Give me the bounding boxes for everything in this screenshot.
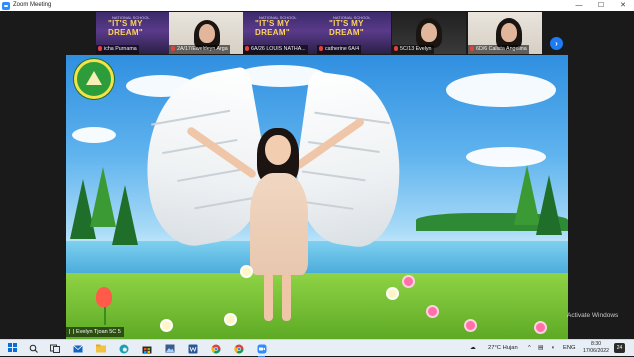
muted-mic-icon xyxy=(394,46,398,51)
participant-tile[interactable]: 6D/6 Calista Angelina xyxy=(468,12,542,54)
word-icon[interactable] xyxy=(187,343,198,354)
chrome-icon[interactable] xyxy=(233,343,244,354)
slide-title: "IT'S MY DREAM" xyxy=(329,19,364,37)
left-leg xyxy=(264,273,273,321)
flower xyxy=(428,307,437,316)
zoom-icon[interactable] xyxy=(256,343,267,357)
zoom-logo-icon xyxy=(2,1,10,10)
participant-face xyxy=(501,23,517,42)
window-title: Zoom Meeting xyxy=(13,2,52,8)
store-icon[interactable] xyxy=(141,343,152,354)
cloud xyxy=(466,147,546,167)
muted-mic-icon xyxy=(98,46,102,51)
flower xyxy=(536,323,545,332)
close-button[interactable]: ✕ xyxy=(612,0,634,11)
edge-icon[interactable] xyxy=(118,343,129,354)
muted-mic-icon xyxy=(319,46,323,51)
participant-tile[interactable]: NATIONAL SCHOOL "IT'S MY DREAM" catherin… xyxy=(317,12,391,54)
search-icon[interactable] xyxy=(28,343,39,354)
participant-face xyxy=(421,23,437,42)
notification-center-icon[interactable]: 24 xyxy=(614,343,625,353)
participant-name-label: 2A/17/Eweldeyn Arga xyxy=(169,45,230,54)
cloud xyxy=(446,73,556,107)
participant-name: catherine 6A/4 xyxy=(325,46,360,52)
window-controls: — ☐ ✕ xyxy=(568,0,634,11)
flower xyxy=(226,315,235,324)
system-clock[interactable]: 8:30 17/06/2022 xyxy=(581,341,611,355)
minimize-button[interactable]: — xyxy=(568,0,590,11)
photos-icon[interactable] xyxy=(164,343,175,354)
participant-name-label: 6A/26 LOUIS NATHA... xyxy=(243,45,308,54)
cloud xyxy=(72,127,116,143)
participant-name-label: 6D/6 Calista Angelina xyxy=(468,45,529,54)
flower xyxy=(466,321,475,330)
participant-gallery: NATIONAL SCHOOL "IT'S MY DREAM" icha Pur… xyxy=(0,11,634,55)
feather-line xyxy=(301,170,366,182)
flower xyxy=(242,267,251,276)
windows-start-icon[interactable] xyxy=(8,343,18,353)
volume-icon[interactable]: ◖ xyxy=(551,340,555,357)
participant-name: 6A/26 LOUIS NATHA... xyxy=(251,46,306,52)
participant-name-label: icha Purnama xyxy=(96,45,139,54)
slide-title: "IT'S MY DREAM" xyxy=(108,19,143,37)
file-explorer-icon[interactable] xyxy=(95,343,106,354)
task-view-icon[interactable] xyxy=(49,343,60,354)
speaker-name: Evelyn Tjoan 5C 5 xyxy=(76,329,121,335)
network-icon[interactable]: ▤ xyxy=(538,340,543,357)
muted-mic-icon xyxy=(470,46,474,51)
maximize-button[interactable]: ☐ xyxy=(590,0,612,11)
logo-emblem-icon xyxy=(86,71,102,85)
meadow xyxy=(66,273,568,339)
slide-title: "IT'S MY DREAM" xyxy=(255,19,290,37)
clock-time: 8:30 xyxy=(590,341,602,347)
girl-face xyxy=(265,135,291,165)
participant-name: 5C/13 Evelyn xyxy=(400,46,432,52)
participant-tile[interactable]: NATIONAL SCHOOL "IT'S MY DREAM" 6A/26 LO… xyxy=(243,12,317,54)
participant-name: 2A/17/Eweldeyn Arga xyxy=(177,46,228,52)
weather-icon[interactable]: ☁ xyxy=(470,340,476,357)
participant-name: icha Purnama xyxy=(104,46,137,52)
participant-name-label: 5C/13 Evelyn xyxy=(392,45,434,54)
tree xyxy=(536,175,562,235)
title-bar: Zoom Meeting — ☐ ✕ xyxy=(0,0,634,11)
girl-dress xyxy=(250,173,308,275)
participant-tile[interactable]: 5C/13 Evelyn xyxy=(392,12,466,54)
flower xyxy=(162,321,171,330)
speaker-name-label: Evelyn Tjoan 5C 5 xyxy=(66,327,124,337)
windows-taskbar: ☁ 27°C Hujan ^ ▤ ◖ ENG 8:30 17/06/2022 2… xyxy=(0,339,634,357)
participant-tile[interactable]: NATIONAL SCHOOL "IT'S MY DREAM" icha Pur… xyxy=(96,12,170,54)
clock-date: 17/06/2022 xyxy=(583,348,609,354)
next-page-button[interactable]: › xyxy=(550,37,563,50)
flower xyxy=(388,289,397,298)
tulip xyxy=(96,287,112,307)
right-leg xyxy=(282,273,291,321)
active-speaker-video[interactable] xyxy=(66,55,568,339)
weather-status[interactable]: 27°C Hujan xyxy=(488,340,518,357)
school-logo xyxy=(74,59,114,99)
tray-overflow-icon[interactable]: ^ xyxy=(528,340,531,357)
participant-name: 6D/6 Calista Angelina xyxy=(476,46,527,52)
audio-level-icon xyxy=(69,329,74,334)
feather-line xyxy=(151,109,231,126)
flower xyxy=(404,277,413,286)
participant-name-label: catherine 6A/4 xyxy=(317,45,362,54)
tree xyxy=(112,185,138,245)
feather-line xyxy=(177,167,247,182)
feather-line xyxy=(194,197,254,210)
participant-face xyxy=(199,24,215,43)
chrome-icon[interactable] xyxy=(210,343,221,354)
muted-mic-icon xyxy=(245,46,249,51)
language-indicator[interactable]: ENG xyxy=(563,340,576,357)
activation-watermark: Activate Windows xyxy=(567,312,619,319)
mail-icon[interactable] xyxy=(72,343,83,354)
muted-mic-icon xyxy=(171,46,175,51)
participant-tile[interactable]: 2A/17/Eweldeyn Arga xyxy=(169,12,243,54)
